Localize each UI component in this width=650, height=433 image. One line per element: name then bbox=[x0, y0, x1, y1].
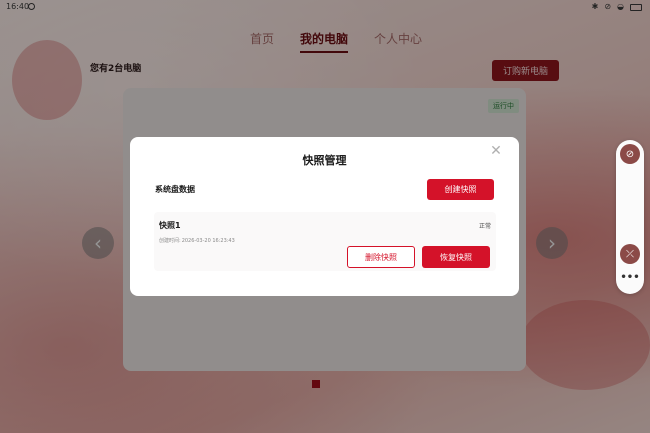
snapshot-dialog: 快照管理 ✕ 系统盘数据 创建快照 快照1 正常 创建时间:2026-03-20… bbox=[130, 137, 519, 296]
delete-snapshot-button[interactable]: 删除快照 bbox=[347, 246, 415, 268]
snapshot-status: 正常 bbox=[478, 223, 491, 230]
mic-off-icon[interactable]: ⊘ bbox=[620, 144, 640, 164]
floating-side-panel: ⊘ ⤫ ••• bbox=[616, 140, 644, 294]
exit-icon[interactable]: ⤫ bbox=[620, 244, 640, 264]
close-icon[interactable]: ✕ bbox=[489, 144, 503, 158]
snapshot-created-time: 创建时间:2026-03-20 16:23:43 bbox=[159, 237, 235, 244]
dialog-title: 快照管理 bbox=[302, 154, 347, 167]
snapshot-name: 快照1 bbox=[159, 221, 181, 230]
restore-snapshot-button[interactable]: 恢复快照 bbox=[422, 246, 490, 268]
created-label: 创建时间: bbox=[159, 238, 181, 244]
created-value: 2026-03-20 16:23:43 bbox=[181, 238, 235, 244]
snapshot-item: 快照1 正常 创建时间:2026-03-20 16:23:43 删除快照 恢复快… bbox=[154, 212, 496, 271]
create-snapshot-button[interactable]: 创建快照 bbox=[427, 179, 494, 200]
more-icon[interactable]: ••• bbox=[616, 272, 644, 283]
system-disk-label: 系统盘数据 bbox=[155, 185, 195, 194]
